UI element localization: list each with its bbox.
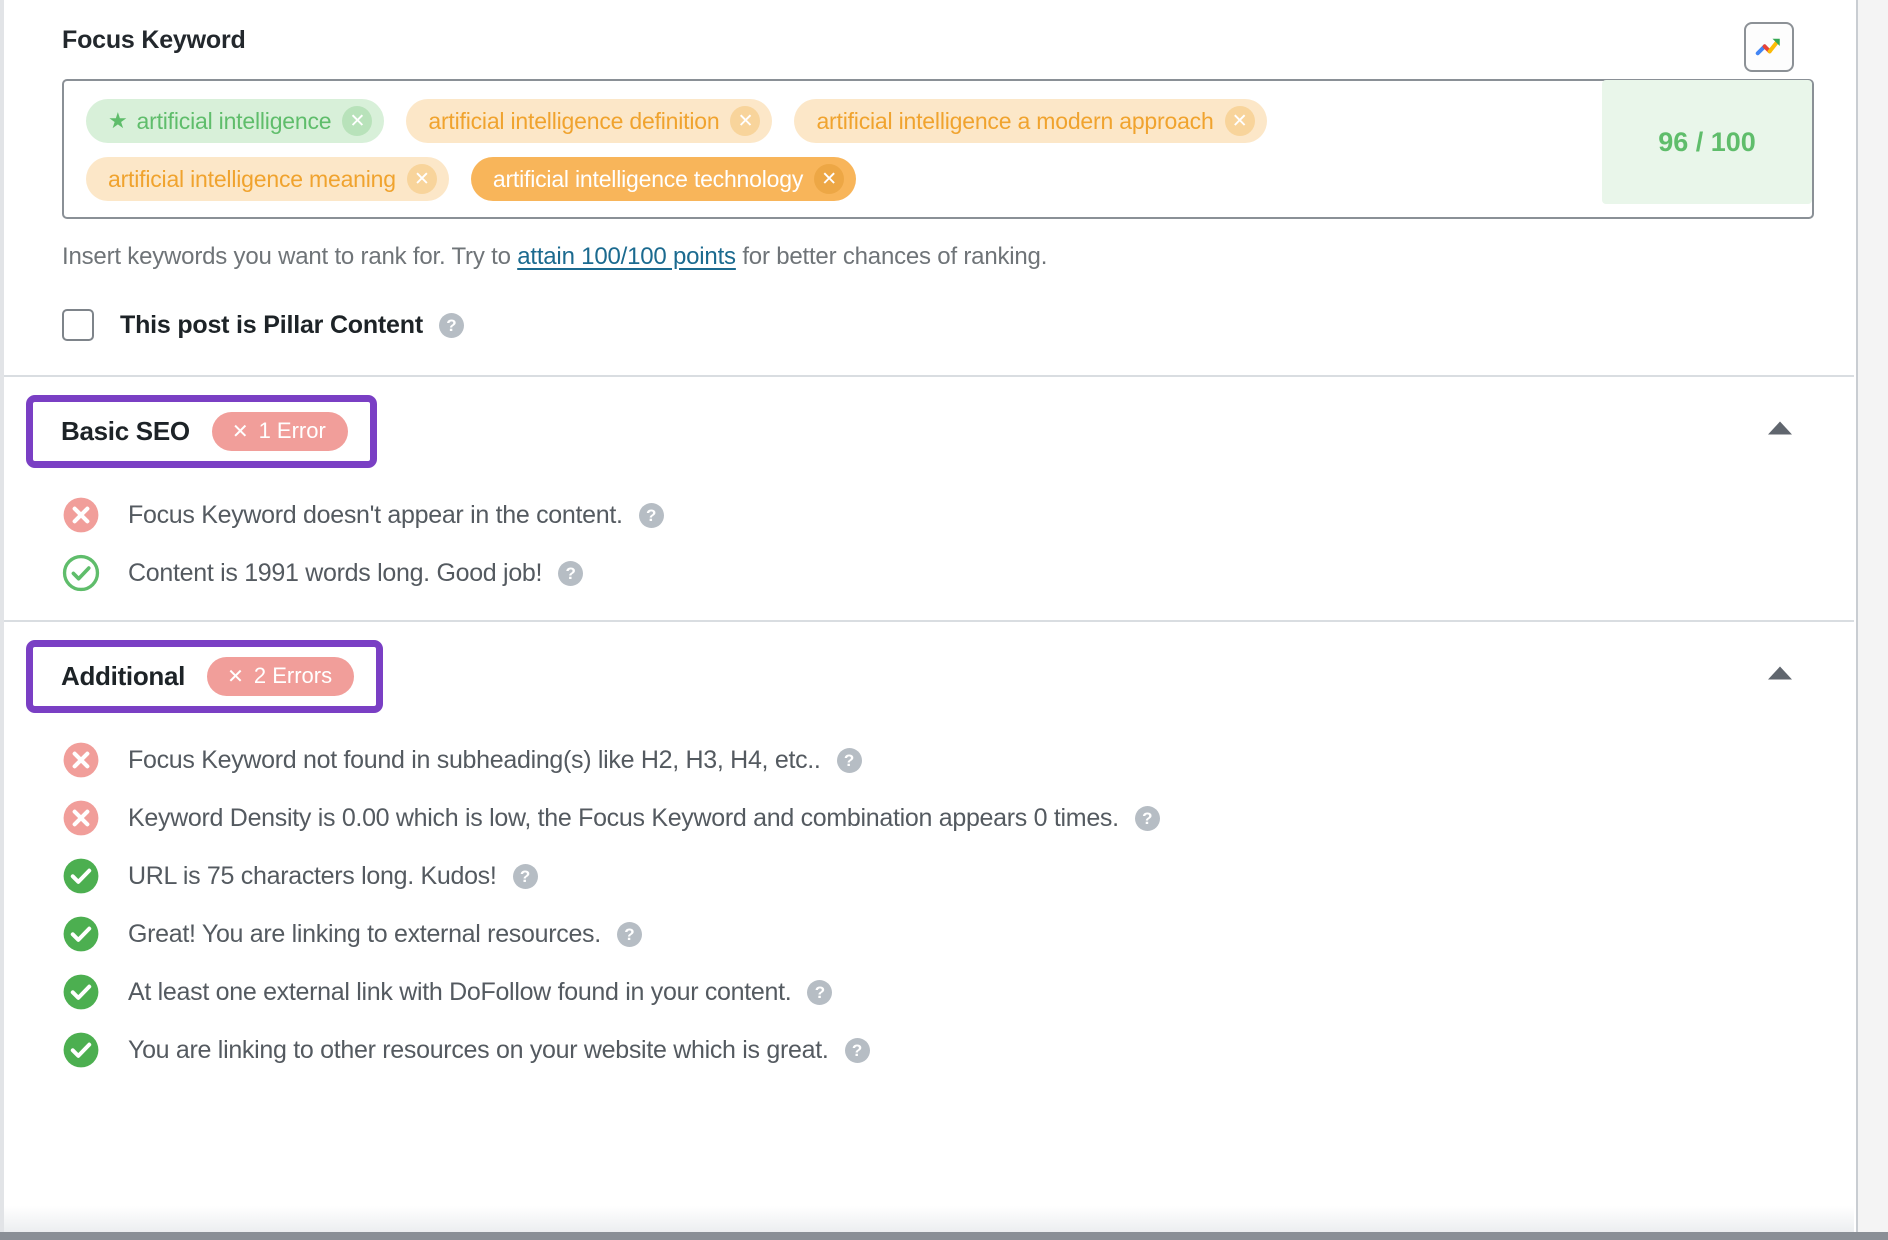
error-badge: ✕ 1 Error [211,412,348,451]
check-item-text: You are linking to other resources on yo… [128,1035,829,1064]
help-icon[interactable]: ? [616,921,642,947]
remove-keyword-icon[interactable]: ✕ [814,164,845,194]
check-item-text: Keyword Density is 0.00 which is low, th… [128,803,1119,832]
section-title: Additional [61,661,186,691]
remove-keyword-icon[interactable]: ✕ [342,106,373,136]
keyword-pill-3[interactable]: artificial intelligence meaning ✕ [86,157,449,201]
focus-keyword-section: Focus Keyword ★ artificial intelligence … [4,0,1854,375]
check-item-text: Focus Keyword not found in subheading(s)… [128,745,821,774]
pillar-content-checkbox[interactable] [62,309,94,341]
section-header-basic-seo[interactable]: Basic SEO ✕ 1 Error [4,377,1854,478]
check-item: Content is 1991 words long. Good job! ? [4,544,1854,602]
help-icon[interactable]: ? [558,560,584,586]
success-circle-icon [63,916,99,952]
keyword-pill-label: artificial intelligence technology [492,165,804,192]
help-text-prefix: Insert keywords you want to rank for. Tr… [62,243,518,270]
keyword-pill-label: artificial intelligence meaning [108,165,396,192]
annotation-box-additional: Additional ✕ 2 Errors [26,640,384,713]
section-additional: Additional ✕ 2 Errors Focus Keyword not … [4,622,1854,1097]
check-list-additional: Focus Keyword not found in subheading(s)… [4,723,1854,1079]
keyword-pill-2[interactable]: artificial intelligence a modern approac… [794,99,1267,143]
caret-up-icon[interactable] [1768,666,1792,679]
check-item: Keyword Density is 0.00 which is low, th… [4,789,1854,847]
annotation-box-basic-seo: Basic SEO ✕ 1 Error [26,395,377,468]
seo-score-badge: 96 / 100 [1602,80,1812,204]
rank-math-seo-panel: Focus Keyword ★ artificial intelligence … [0,0,1888,1240]
google-trends-icon [1755,38,1780,56]
success-circle-icon [63,1032,99,1068]
panel-bottom-border [0,1232,1888,1240]
success-circle-outline-icon [62,554,100,592]
check-item-text: At least one external link with DoFollow… [128,977,792,1006]
check-item: At least one external link with DoFollow… [4,963,1854,1021]
check-item-text: Focus Keyword doesn't appear in the cont… [128,500,623,529]
keyword-pill-label: artificial intelligence definition [428,107,720,134]
check-item: You are linking to other resources on yo… [4,1021,1854,1079]
check-item-text: Content is 1991 words long. Good job! [128,558,543,587]
keyword-pill-label: artificial intelligence [136,107,332,134]
error-circle-icon [63,742,99,778]
google-trends-button[interactable] [1744,22,1794,72]
remove-keyword-icon[interactable]: ✕ [730,106,761,136]
help-icon[interactable]: ? [807,979,833,1005]
help-icon[interactable]: ? [438,312,464,338]
check-item: Focus Keyword not found in subheading(s)… [4,731,1854,789]
success-circle-icon [63,858,99,894]
error-circle-icon [63,497,99,533]
error-badge-label: 2 Errors [253,663,333,688]
badge-x-icon: ✕ [231,420,249,443]
section-basic-seo: Basic SEO ✕ 1 Error Focus Keyword doesn'… [4,377,1854,620]
star-icon: ★ [108,108,128,133]
remove-keyword-icon[interactable]: ✕ [1224,106,1255,136]
remove-keyword-icon[interactable]: ✕ [406,164,437,194]
check-list-basic-seo: Focus Keyword doesn't appear in the cont… [4,478,1854,602]
scrollbar-gutter[interactable] [1856,0,1888,1240]
success-circle-icon [63,974,99,1010]
keyword-pill-4[interactable]: artificial intelligence technology ✕ [470,157,857,201]
attain-points-link[interactable]: attain 100/100 points [517,243,736,270]
badge-x-icon: ✕ [227,665,244,688]
pillar-content-label: This post is Pillar Content [120,310,423,339]
section-header-additional[interactable]: Additional ✕ 2 Errors [4,622,1854,723]
keyword-pill-1[interactable]: artificial intelligence definition ✕ [406,99,773,143]
help-icon[interactable]: ? [844,1037,870,1063]
check-item-text: Great! You are linking to external resou… [128,919,601,948]
error-badge-label: 1 Error [258,418,326,443]
check-item: Great! You are linking to external resou… [4,905,1854,963]
keyword-pill-0[interactable]: ★ artificial intelligence ✕ [86,99,385,143]
bottom-fade [4,1206,1854,1232]
check-item-text: URL is 75 characters long. Kudos! [128,861,497,890]
help-icon[interactable]: ? [1134,805,1160,831]
panel-body: Focus Keyword ★ artificial intelligence … [4,0,1854,1232]
pillar-content-row: This post is Pillar Content ? [62,309,1814,375]
help-icon[interactable]: ? [836,747,862,773]
help-text-suffix: for better chances of ranking. [735,243,1048,270]
focus-keyword-title: Focus Keyword [62,26,246,54]
keyword-pill-label: artificial intelligence a modern approac… [816,107,1214,134]
error-badge: ✕ 2 Errors [207,657,355,696]
check-item: Focus Keyword doesn't appear in the cont… [4,486,1854,544]
help-icon[interactable]: ? [512,863,538,889]
help-icon[interactable]: ? [638,502,664,528]
section-title: Basic SEO [61,416,190,446]
caret-up-icon[interactable] [1768,421,1792,434]
focus-keyword-help-text: Insert keywords you want to rank for. Tr… [62,243,1814,271]
focus-keyword-input-area[interactable]: ★ artificial intelligence ✕ artificial i… [62,79,1814,219]
error-circle-icon [63,800,99,836]
check-item: URL is 75 characters long. Kudos! ? [4,847,1854,905]
